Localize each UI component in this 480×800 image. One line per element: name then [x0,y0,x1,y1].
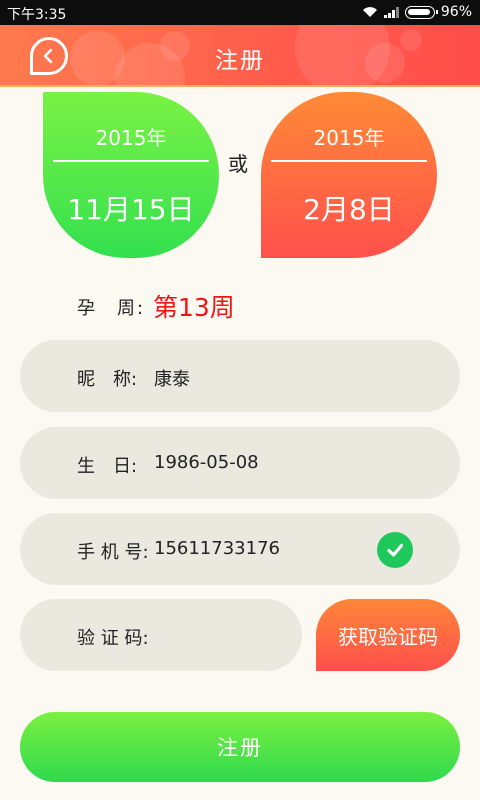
verification-code-label: 验 证 码: [77,628,149,649]
nickname-field[interactable]: 昵 称: 康泰 [20,340,460,412]
status-bar: 下午3:35 96% [0,0,480,25]
phone-input[interactable]: 15611733176 [154,538,374,559]
date-year: 2015年 [313,126,385,150]
phone-field[interactable]: 手 机 号: 15611733176 [20,513,460,585]
due-date-option-1[interactable]: 2015年 11月15日 [43,92,219,258]
date-year: 2015年 [95,126,167,150]
phone-label: 手 机 号: [77,542,149,563]
page-title: 注册 [215,48,265,74]
date-day: 2月8日 [303,193,395,226]
date-divider [53,160,209,162]
register-button[interactable]: 注册 [20,712,460,782]
header-bar: 注册 [0,25,480,87]
battery-level: 96% [440,4,472,20]
date-divider [271,160,427,162]
check-circle-icon [377,532,413,568]
date-day: 11月15日 [67,193,195,226]
wifi-icon [362,6,378,18]
birthday-field[interactable]: 生 日: 1986-05-08 [20,427,460,499]
signal-icon [383,6,399,18]
birthday-label: 生 日: [77,456,138,477]
due-date-option-2[interactable]: 2015年 2月8日 [261,92,437,258]
birthday-input[interactable]: 1986-05-08 [154,452,374,473]
nickname-label: 昵 称: [77,369,138,390]
pregnancy-week-label: 孕 周: [77,298,146,319]
battery-icon [404,5,438,19]
pregnancy-week-value: 第13周 [153,293,235,322]
status-time: 下午3:35 [7,7,67,23]
get-verification-code-button[interactable]: 获取验证码 [316,599,460,671]
status-indicators: 96% [362,4,472,20]
nickname-input[interactable]: 康泰 [154,365,374,391]
register-screen: 下午3:35 96% 注册 2015年 11月15日 或 2015年 2月8日 … [0,0,480,800]
or-separator: 或 [228,152,248,176]
verification-code-field[interactable]: 验 证 码: [20,599,302,671]
